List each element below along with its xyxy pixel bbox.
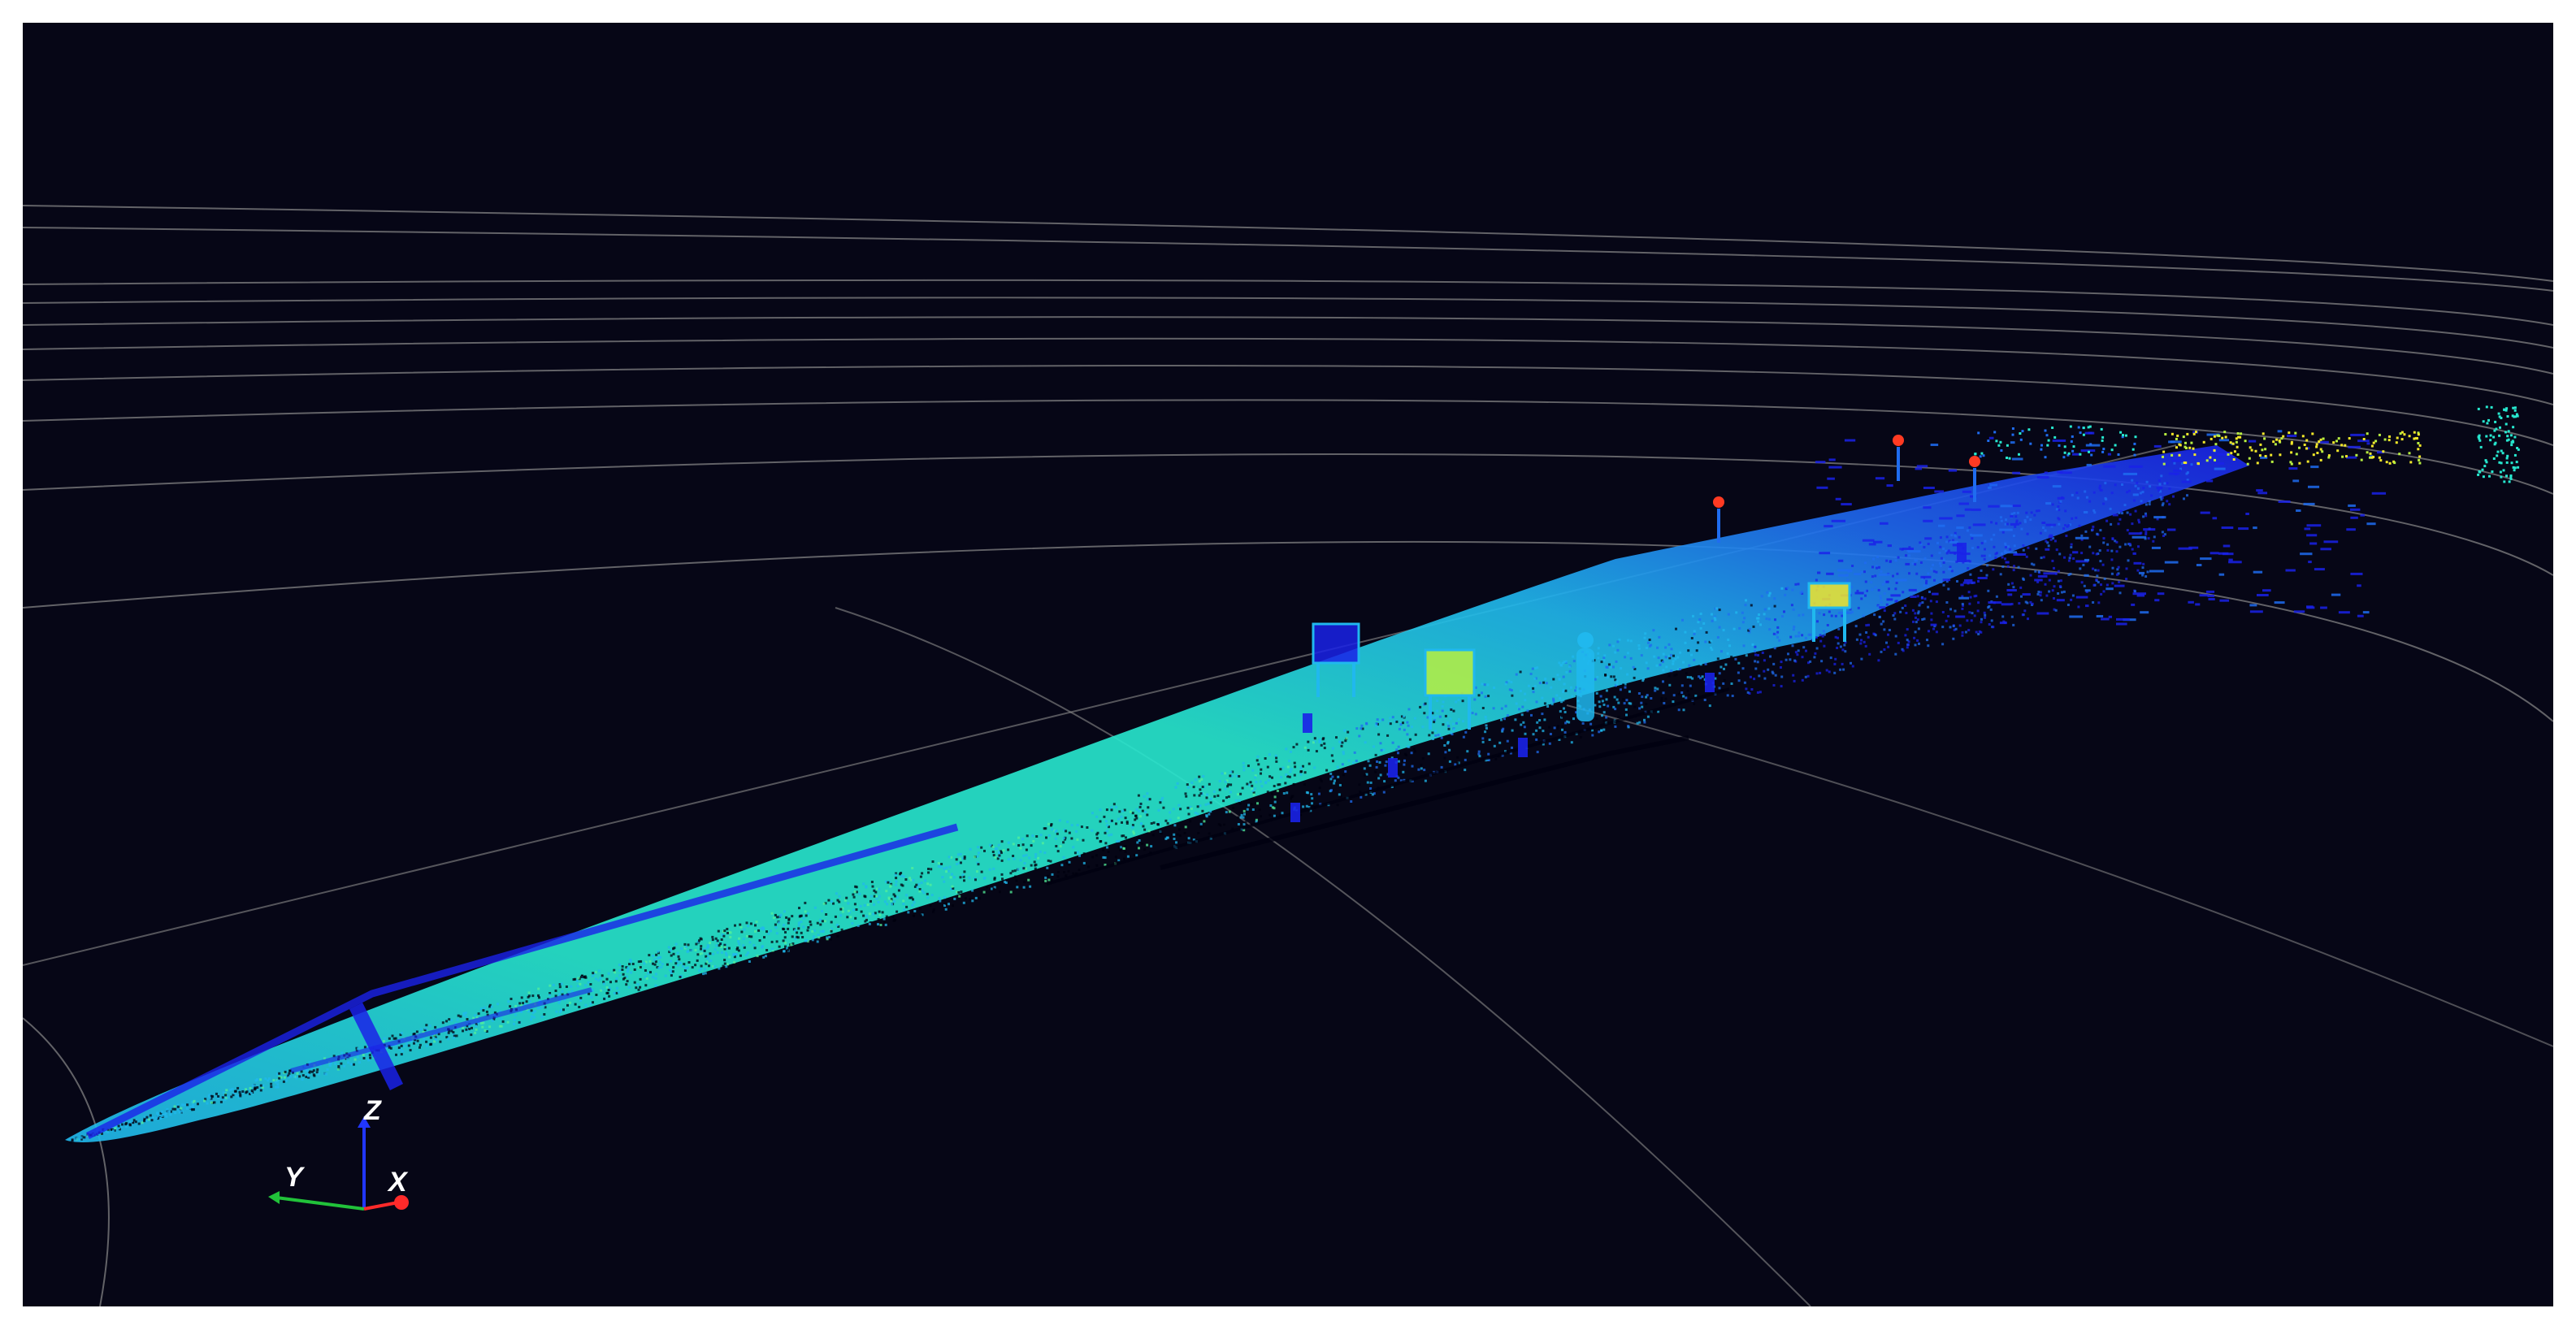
grid-ring [23,279,2553,326]
y-axis-label: Y [284,1162,303,1193]
grid-ring [1566,704,2553,1047]
roadside-object [1705,673,1715,692]
grid-ring [23,297,2553,349]
grid-ring [23,337,2553,405]
point-cloud [65,430,2387,1144]
roadside-object [1303,713,1312,733]
z-axis-label: Z [364,1095,381,1126]
point-cloud-viewport[interactable]: Z Y X [23,23,2553,1306]
y-axis-arrow [268,1191,365,1211]
grid-ring [23,1017,110,1306]
roadside-object [1518,738,1528,757]
point-cloud-scene[interactable] [23,23,2553,1306]
z-axis-arrow [358,1116,371,1209]
sign-pole [1713,496,1724,543]
road-surface [65,445,2249,1142]
roadside-object [1957,543,1967,562]
grid-ring [23,205,2553,282]
roadside-object [1388,758,1398,778]
roadside-object [1290,803,1300,822]
sign-pole [1893,435,1904,481]
x-axis-label: X [388,1167,407,1198]
